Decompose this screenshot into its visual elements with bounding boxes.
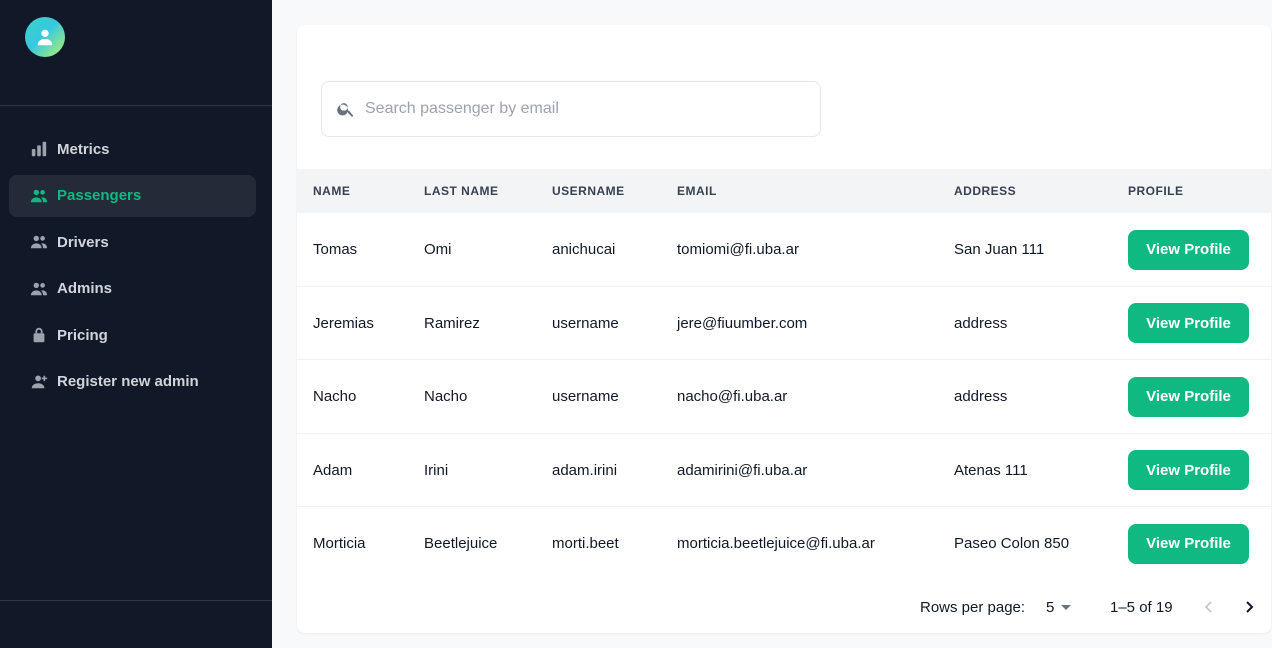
- table-row: Morticia Beetlejuice morti.beet morticia…: [297, 507, 1271, 581]
- next-page-button[interactable]: [1238, 596, 1260, 618]
- table-row: Tomas Omi anichucai tomiomi@fi.uba.ar Sa…: [297, 213, 1271, 287]
- view-profile-button[interactable]: View Profile: [1128, 450, 1249, 490]
- column-header-email[interactable]: EMAIL: [677, 169, 717, 213]
- rows-per-page-select[interactable]: 5: [1046, 592, 1072, 622]
- cell-last-name: Omi: [424, 241, 452, 258]
- cell-address: address: [954, 388, 1008, 405]
- cell-last-name: Irini: [424, 461, 449, 479]
- cell-address: San Juan 111: [954, 241, 1045, 258]
- rows-per-page-label: Rows per page:: [920, 598, 1026, 616]
- bar-chart-icon: [29, 139, 49, 159]
- cell-last-name: Nacho: [424, 388, 468, 405]
- sidebar: Metrics Passengers Drivers Admins Pricin…: [0, 0, 272, 648]
- people-icon: [29, 232, 49, 252]
- view-profile-button[interactable]: View Profile: [1128, 523, 1249, 564]
- sidebar-item-pricing[interactable]: Pricing: [9, 314, 256, 356]
- sidebar-divider-bottom: [0, 600, 272, 601]
- sidebar-item-label: Metrics: [57, 140, 110, 158]
- cell-username: morti.beet: [552, 535, 619, 552]
- cell-username: username: [552, 388, 619, 405]
- cell-email: nacho@fi.uba.ar: [677, 388, 788, 405]
- sidebar-nav: Metrics Passengers Drivers Admins Pricin…: [9, 128, 256, 407]
- person-add-icon: [29, 372, 49, 392]
- table-row: Adam Irini adam.irini adamirini@fi.uba.a…: [297, 434, 1271, 507]
- user-avatar-icon[interactable]: [25, 17, 65, 57]
- cell-email: tomiomi@fi.uba.ar: [677, 241, 799, 258]
- cell-name: Adam: [313, 461, 353, 479]
- lock-icon: [29, 325, 49, 345]
- sidebar-item-passengers[interactable]: Passengers: [9, 174, 256, 217]
- people-icon: [29, 279, 49, 299]
- cell-name: Tomas: [313, 241, 358, 258]
- search-icon: [337, 103, 354, 117]
- cell-last-name: Ramirez: [424, 314, 480, 332]
- sidebar-item-metrics[interactable]: Metrics: [9, 128, 256, 170]
- pagination-range: 1–5 of 19: [1110, 598, 1173, 616]
- table-row: Nacho Nacho username nacho@fi.uba.ar add…: [297, 360, 1271, 434]
- search-input[interactable]: [365, 100, 805, 118]
- caret-down-icon: [1061, 605, 1072, 610]
- cell-username: adam.irini: [552, 461, 618, 479]
- sidebar-divider-top: [0, 105, 272, 106]
- view-profile-button[interactable]: View Profile: [1128, 376, 1249, 417]
- cell-email: jere@fiuumber.com: [677, 314, 808, 332]
- sidebar-item-label: Drivers: [57, 233, 109, 251]
- sidebar-item-label: Pricing: [57, 326, 108, 344]
- column-header-last-name[interactable]: LAST NAME: [424, 169, 499, 213]
- sidebar-item-register-new-admin[interactable]: Register new admin: [9, 361, 256, 403]
- sidebar-item-label: Register new admin: [57, 373, 199, 390]
- cell-address: Paseo Colon 850: [954, 535, 1070, 552]
- column-header-address[interactable]: ADDRESS: [954, 169, 1016, 213]
- cell-name: Nacho: [313, 388, 357, 405]
- sidebar-item-drivers[interactable]: Drivers: [9, 221, 256, 263]
- sidebar-item-label: Passengers: [57, 187, 142, 204]
- column-header-profile: PROFILE: [1128, 184, 1184, 198]
- chevron-left-icon: [1204, 601, 1212, 613]
- cell-email: morticia.beetlejuice@fi.uba.ar: [677, 535, 875, 552]
- passengers-card: NAME LAST NAME USERNAME EMAIL ADDRESS PR…: [297, 25, 1271, 633]
- people-icon: [29, 186, 49, 206]
- cell-name: Jeremias: [313, 314, 374, 332]
- view-profile-button[interactable]: View Profile: [1128, 229, 1249, 270]
- cell-last-name: Beetlejuice: [424, 535, 498, 552]
- cell-username: username: [552, 314, 619, 332]
- sidebar-item-admins[interactable]: Admins: [9, 268, 256, 310]
- column-header-username[interactable]: USERNAME: [552, 169, 625, 213]
- search-box: [321, 81, 821, 137]
- table-header: NAME LAST NAME USERNAME EMAIL ADDRESS PR…: [297, 169, 1271, 213]
- cell-address: address: [954, 314, 1008, 332]
- sidebar-item-label: Admins: [57, 280, 113, 297]
- chevron-right-icon: [1246, 601, 1254, 613]
- cell-email: adamirini@fi.uba.ar: [677, 461, 808, 479]
- rows-per-page-value: 5: [1046, 598, 1055, 616]
- column-header-name[interactable]: NAME: [313, 169, 350, 213]
- cell-username: anichucai: [552, 241, 616, 258]
- table-row: Jeremias Ramirez username jere@fiuumber.…: [297, 287, 1271, 360]
- cell-name: Morticia: [313, 535, 366, 552]
- previous-page-button[interactable]: [1198, 596, 1220, 618]
- cell-address: Atenas 111: [954, 461, 1028, 479]
- view-profile-button[interactable]: View Profile: [1128, 303, 1249, 343]
